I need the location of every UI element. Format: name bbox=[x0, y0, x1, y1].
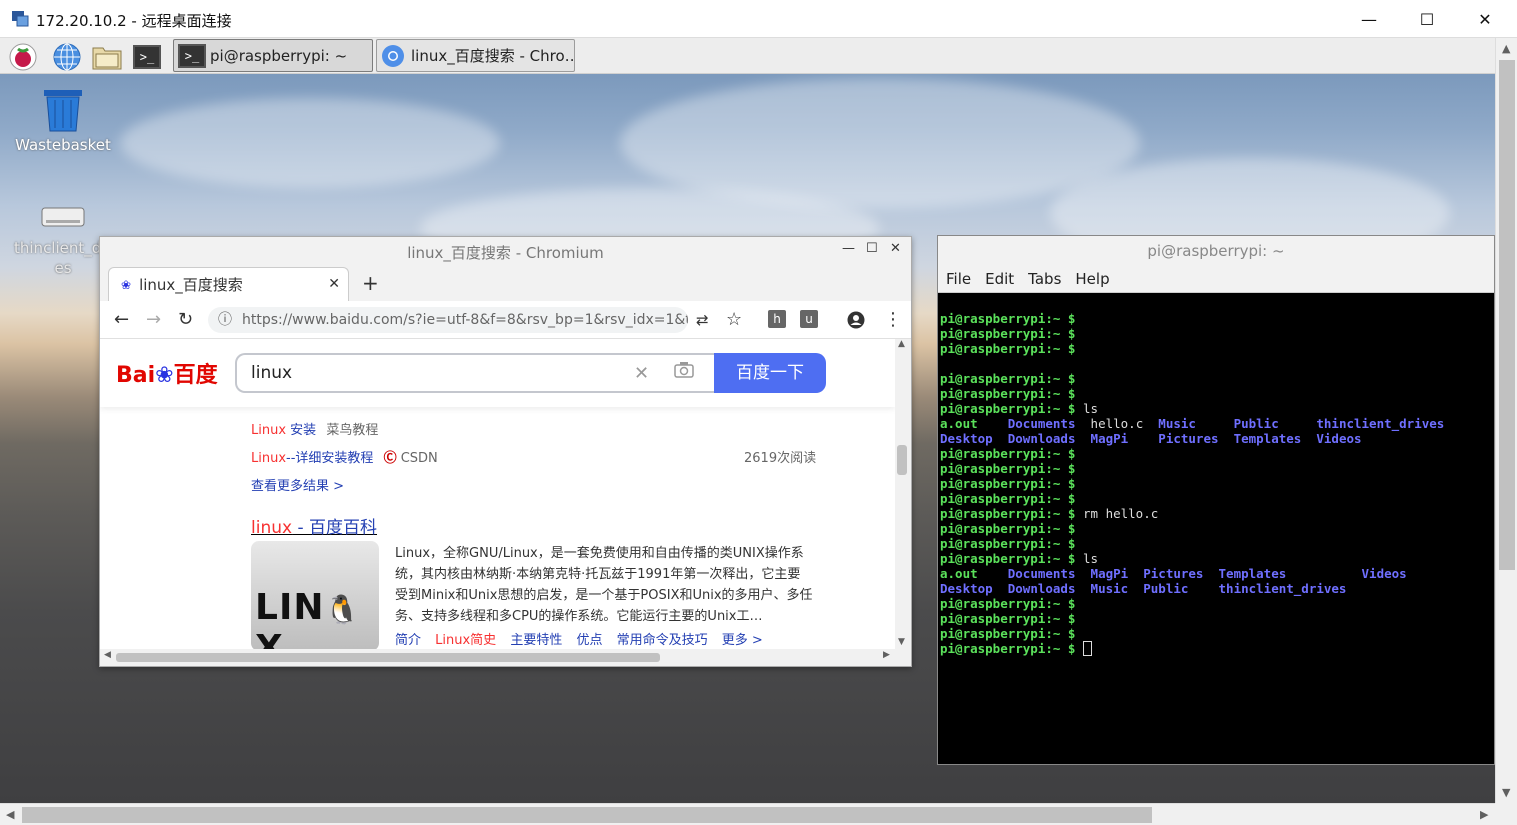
baike-abstract: Linux，全称GNU/Linux，是一套免费使用和自由传播的类UNIX操作系统… bbox=[395, 546, 813, 624]
linux-logo-image[interactable]: LIN🐧X bbox=[251, 541, 379, 649]
terminal-window: pi@raspberrypi: ~ File Edit Tabs Help pi… bbox=[937, 235, 1495, 765]
terminal-titlebar: pi@raspberrypi: ~ bbox=[938, 236, 1494, 266]
camera-search-icon[interactable] bbox=[674, 361, 694, 378]
close-button[interactable]: ✕ bbox=[1456, 0, 1514, 38]
baidu-header: Bai❀百度 linux ✕ 百度一下 bbox=[100, 339, 895, 407]
baike-link-more[interactable]: 更多 > bbox=[722, 633, 763, 648]
baike-link-features[interactable]: 主要特性 bbox=[510, 633, 562, 648]
file-manager-icon[interactable] bbox=[92, 42, 122, 72]
baidu-favicon: ❀ bbox=[121, 277, 132, 292]
chromium-titlebar: linux_百度搜索 - Chromium — ☐ ✕ bbox=[100, 237, 911, 265]
new-tab-button[interactable]: + bbox=[362, 271, 379, 295]
baidu-page: Bai❀百度 linux ✕ 百度一下 Linux 安装 菜鸟教程 Linux-… bbox=[100, 339, 895, 649]
baidu-logo[interactable]: Bai❀百度 bbox=[116, 357, 218, 389]
more-results-link[interactable]: 查看更多结果 > bbox=[251, 475, 344, 494]
rdp-vertical-scrollbar[interactable]: ▲ ▼ bbox=[1495, 38, 1517, 803]
terminal-icon: >_ bbox=[178, 43, 206, 68]
tab-strip: ❀ linux_百度搜索 ✕ + bbox=[100, 265, 911, 301]
result-read-count: 2619次阅读 bbox=[744, 451, 817, 466]
menu-edit[interactable]: Edit bbox=[985, 270, 1014, 288]
tab-baidu[interactable]: ❀ linux_百度搜索 ✕ bbox=[108, 267, 349, 301]
terminal-launcher-icon[interactable]: >_ bbox=[132, 42, 162, 72]
menu-help[interactable]: Help bbox=[1075, 270, 1109, 288]
chromium-close-button[interactable]: ✕ bbox=[890, 241, 901, 256]
chromium-window: linux_百度搜索 - Chromium — ☐ ✕ ❀ linux_百度搜索… bbox=[99, 236, 912, 667]
chromium-menu-icon[interactable]: ⋮ bbox=[884, 309, 902, 330]
address-bar[interactable]: ⓘ https://www.baidu.com/s?ie=utf-8&f=8&r… bbox=[208, 307, 688, 333]
csdn-logo-icon: Ⓒ bbox=[383, 451, 397, 466]
extension-h-icon[interactable]: h bbox=[768, 310, 786, 328]
page-horizontal-scrollbar[interactable]: ◀ ▶ bbox=[100, 649, 911, 666]
back-arrow-icon[interactable]: ← bbox=[114, 309, 129, 330]
baike-links: 简介 Linux简史 主要特性 优点 常用命令及技巧 更多 > bbox=[395, 629, 763, 648]
chromium-minimize-button[interactable]: — bbox=[842, 241, 855, 256]
scrollbar-corner bbox=[1495, 803, 1517, 825]
minimize-button[interactable]: — bbox=[1340, 0, 1398, 38]
terminal-cursor bbox=[1083, 641, 1092, 656]
remote-desktop-icon bbox=[12, 11, 29, 27]
bookmark-star-icon[interactable]: ☆ bbox=[726, 309, 742, 330]
chromium-maximize-button[interactable]: ☐ bbox=[866, 241, 878, 256]
desktop-icon-wastebasket[interactable]: Wastebasket bbox=[14, 88, 112, 154]
rdp-titlebar: 172.20.10.2 - 远程桌面连接 — ☐ ✕ bbox=[0, 0, 1517, 38]
drive-icon bbox=[41, 207, 85, 227]
terminal-output[interactable]: pi@raspberrypi:~ $ pi@raspberrypi:~ $ pi… bbox=[938, 293, 1494, 659]
search-button[interactable]: 百度一下 bbox=[714, 353, 826, 393]
forward-arrow-icon[interactable]: → bbox=[146, 309, 161, 330]
translate-icon[interactable]: ⇄ bbox=[696, 311, 709, 329]
page-vertical-scrollbar[interactable]: ▲ ▼ bbox=[895, 339, 911, 649]
rdp-horizontal-scrollbar[interactable]: ◀ ▶ bbox=[0, 803, 1495, 825]
profile-icon[interactable] bbox=[847, 311, 865, 329]
site-info-icon[interactable]: ⓘ bbox=[218, 307, 232, 333]
desktop-icon-thinclient-drives[interactable]: thinclient_driv es bbox=[14, 200, 121, 278]
menu-file[interactable]: File bbox=[946, 270, 971, 288]
taskbar-item-terminal[interactable]: >_ pi@raspberrypi: ~ bbox=[173, 39, 373, 72]
baike-title-link[interactable]: linux - 百度百科 bbox=[251, 513, 377, 538]
baike-link-commands[interactable]: 常用命令及技巧 bbox=[617, 633, 708, 648]
extension-u-icon[interactable]: u bbox=[800, 310, 818, 328]
baike-link-history[interactable]: Linux简史 bbox=[435, 633, 496, 648]
taskbar: >_ >_ pi@raspberrypi: ~ linux_百度搜索 - Chr… bbox=[0, 38, 1495, 74]
menu-tabs[interactable]: Tabs bbox=[1028, 270, 1061, 288]
taskbar-item-chromium[interactable]: linux_百度搜索 - Chro… bbox=[376, 39, 575, 72]
tab-close-icon[interactable]: ✕ bbox=[328, 276, 340, 292]
result-runoob[interactable]: Linux 安装 菜鸟教程 bbox=[251, 419, 378, 438]
chromium-window-title: linux_百度搜索 - Chromium bbox=[407, 244, 604, 262]
baike-link-advantages[interactable]: 优点 bbox=[576, 633, 602, 648]
raspberry-menu-icon[interactable] bbox=[8, 42, 38, 72]
terminal-window-title: pi@raspberrypi: ~ bbox=[1147, 242, 1285, 260]
rdp-title: 172.20.10.2 - 远程桌面连接 bbox=[36, 12, 232, 30]
baike-link-intro[interactable]: 简介 bbox=[395, 633, 421, 648]
clear-search-icon[interactable]: ✕ bbox=[634, 363, 649, 384]
chromium-icon bbox=[382, 44, 404, 67]
reload-icon[interactable]: ↻ bbox=[178, 309, 193, 330]
result-csdn[interactable]: Linux--详细安装教程 Ⓒ CSDN bbox=[251, 447, 438, 466]
wastebasket-icon bbox=[44, 90, 82, 132]
terminal-menubar: File Edit Tabs Help bbox=[938, 266, 1494, 293]
maximize-button[interactable]: ☐ bbox=[1398, 0, 1456, 38]
web-browser-icon[interactable] bbox=[52, 42, 82, 72]
chromium-toolbar: ← → ↻ ⓘ https://www.baidu.com/s?ie=utf-8… bbox=[100, 301, 911, 339]
